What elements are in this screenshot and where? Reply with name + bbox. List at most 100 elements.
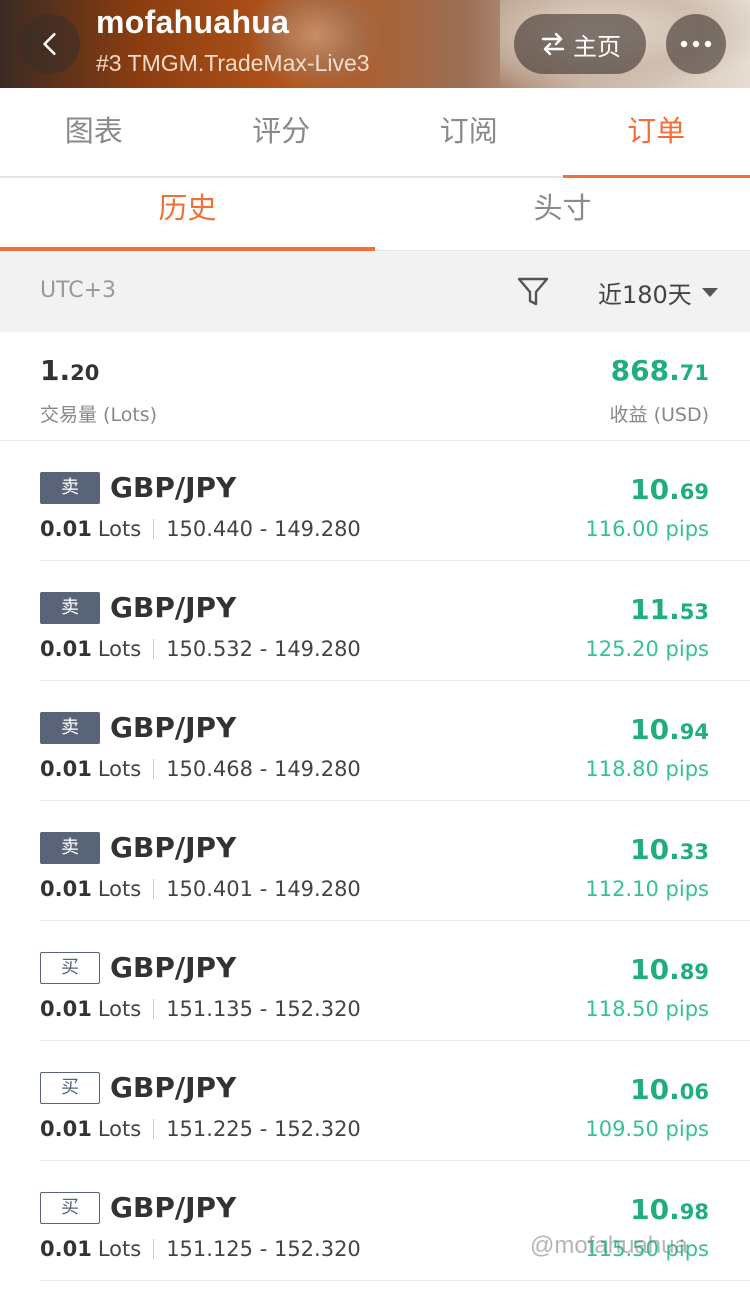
side-badge: 卖 bbox=[40, 712, 100, 744]
timezone-label: UTC+3 bbox=[40, 278, 117, 303]
price-range: 150.440 - 149.280 bbox=[166, 517, 361, 541]
order-pips: 118.80 pips bbox=[585, 757, 709, 781]
lots-unit: Lots bbox=[97, 877, 142, 901]
side-badge: 卖 bbox=[40, 592, 100, 624]
tab-positions[interactable]: 头寸 bbox=[375, 176, 750, 250]
divider bbox=[153, 1239, 155, 1259]
order-profit: 10.69 bbox=[630, 473, 709, 506]
home-button-label: 主页 bbox=[573, 32, 621, 61]
order-details: 0.01 Lots 150.468 - 149.280 bbox=[40, 757, 361, 781]
order-profit: 10.94 bbox=[630, 713, 709, 746]
divider bbox=[153, 879, 155, 899]
back-button[interactable] bbox=[20, 14, 80, 74]
symbol: GBP/JPY bbox=[110, 831, 237, 864]
lots-unit: Lots bbox=[97, 637, 142, 661]
date-range-value: 近180天 bbox=[598, 281, 692, 309]
order-pips: 118.50 pips bbox=[585, 997, 709, 1021]
divider bbox=[153, 519, 155, 539]
symbol: GBP/JPY bbox=[110, 591, 237, 624]
symbol: GBP/JPY bbox=[110, 711, 237, 744]
symbol: GBP/JPY bbox=[110, 1191, 237, 1224]
date-range-select[interactable]: 近180天 bbox=[598, 275, 718, 310]
total-profit-label: 收益 (USD) bbox=[609, 404, 709, 426]
symbol: GBP/JPY bbox=[110, 1071, 237, 1104]
order-profit: 10.98 bbox=[630, 1193, 709, 1226]
order-profit: 10.33 bbox=[630, 833, 709, 866]
order-details: 0.01 Lots 150.532 - 149.280 bbox=[40, 637, 361, 661]
profile-header: mofahuahua #3 TMGM.TradeMax-Live3 主页 bbox=[0, 0, 750, 88]
price-range: 150.401 - 149.280 bbox=[166, 877, 361, 901]
order-subtabs: 历史 头寸 bbox=[0, 176, 750, 251]
more-button[interactable] bbox=[666, 14, 726, 74]
order-row[interactable]: 买 GBP/JPY 0.01 Lots 151.225 - 152.320 10… bbox=[40, 1041, 750, 1161]
order-details: 0.01 Lots 150.440 - 149.280 bbox=[40, 517, 361, 541]
order-row[interactable]: 买 GBP/JPY 0.01 Lots 151.135 - 152.320 10… bbox=[40, 921, 750, 1041]
order-profit: 10.06 bbox=[630, 1073, 709, 1106]
order-pips: 112.10 pips bbox=[585, 877, 709, 901]
divider bbox=[153, 639, 155, 659]
price-range: 150.468 - 149.280 bbox=[166, 757, 361, 781]
side-badge: 买 bbox=[40, 1072, 100, 1104]
order-row[interactable]: 卖 GBP/JPY 0.01 Lots 150.468 - 149.280 10… bbox=[40, 681, 750, 801]
lots-value: 0.01 bbox=[40, 517, 92, 541]
order-details: 0.01 Lots 151.125 - 152.320 bbox=[40, 1237, 361, 1261]
order-pips: 109.50 pips bbox=[585, 1117, 709, 1141]
summary-panel: 1.20 交易量 (Lots) 868.71 收益 (USD) bbox=[0, 332, 750, 441]
account-subtitle: #3 TMGM.TradeMax-Live3 bbox=[96, 50, 370, 76]
price-range: 151.225 - 152.320 bbox=[166, 1117, 361, 1141]
lots-unit: Lots bbox=[97, 517, 142, 541]
symbol: GBP/JPY bbox=[110, 471, 237, 504]
tab-rating[interactable]: 评分 bbox=[188, 88, 376, 176]
total-profit: 868.71 bbox=[610, 354, 709, 387]
order-details: 0.01 Lots 151.225 - 152.320 bbox=[40, 1117, 361, 1141]
lots-value: 0.01 bbox=[40, 757, 92, 781]
watermark: @mofahuahua bbox=[530, 1232, 688, 1259]
total-volume: 1.20 bbox=[40, 354, 100, 387]
swap-icon bbox=[541, 32, 565, 56]
total-volume-label: 交易量 (Lots) bbox=[40, 404, 158, 426]
lots-value: 0.01 bbox=[40, 637, 92, 661]
price-range: 150.532 - 149.280 bbox=[166, 637, 361, 661]
filter-bar: UTC+3 近180天 bbox=[0, 251, 750, 332]
tab-history[interactable]: 历史 bbox=[0, 176, 375, 251]
lots-unit: Lots bbox=[97, 997, 142, 1021]
order-list: 卖 GBP/JPY 0.01 Lots 150.440 - 149.280 10… bbox=[0, 441, 750, 1281]
lots-value: 0.01 bbox=[40, 877, 92, 901]
order-row[interactable]: 买 GBP/JPY 0.01 Lots 151.125 - 152.320 10… bbox=[40, 1161, 750, 1281]
lots-value: 0.01 bbox=[40, 997, 92, 1021]
price-range: 151.135 - 152.320 bbox=[166, 997, 361, 1021]
divider bbox=[153, 999, 155, 1019]
order-row[interactable]: 卖 GBP/JPY 0.01 Lots 150.401 - 149.280 10… bbox=[40, 801, 750, 921]
order-row[interactable]: 卖 GBP/JPY 0.01 Lots 150.532 - 149.280 11… bbox=[40, 561, 750, 681]
order-pips: 116.00 pips bbox=[585, 517, 709, 541]
side-badge: 买 bbox=[40, 952, 100, 984]
lots-unit: Lots bbox=[97, 757, 142, 781]
tab-subscribe[interactable]: 订阅 bbox=[375, 88, 563, 176]
home-button[interactable]: 主页 bbox=[514, 14, 646, 74]
lots-value: 0.01 bbox=[40, 1237, 92, 1261]
more-dots-icon bbox=[680, 40, 712, 48]
filter-icon[interactable] bbox=[516, 276, 550, 308]
order-profit: 11.53 bbox=[630, 593, 709, 626]
order-details: 0.01 Lots 150.401 - 149.280 bbox=[40, 877, 361, 901]
order-row[interactable]: 卖 GBP/JPY 0.01 Lots 150.440 - 149.280 10… bbox=[40, 441, 750, 561]
lots-unit: Lots bbox=[97, 1117, 142, 1141]
divider bbox=[153, 759, 155, 779]
side-badge: 卖 bbox=[40, 832, 100, 864]
price-range: 151.125 - 152.320 bbox=[166, 1237, 361, 1261]
caret-down-icon bbox=[701, 288, 718, 297]
tab-chart[interactable]: 图表 bbox=[0, 88, 188, 176]
main-tabs: 图表 评分 订阅 订单 bbox=[0, 88, 750, 178]
tab-orders[interactable]: 订单 bbox=[562, 88, 750, 178]
symbol: GBP/JPY bbox=[110, 951, 237, 984]
side-badge: 买 bbox=[40, 1192, 100, 1224]
lots-value: 0.01 bbox=[40, 1117, 92, 1141]
order-profit: 10.89 bbox=[630, 953, 709, 986]
chevron-left-icon bbox=[43, 32, 56, 56]
divider bbox=[153, 1119, 155, 1139]
side-badge: 卖 bbox=[40, 472, 100, 504]
lots-unit: Lots bbox=[97, 1237, 142, 1261]
order-details: 0.01 Lots 151.135 - 152.320 bbox=[40, 997, 361, 1021]
page-title: mofahuahua bbox=[96, 4, 290, 40]
order-pips: 125.20 pips bbox=[585, 637, 709, 661]
